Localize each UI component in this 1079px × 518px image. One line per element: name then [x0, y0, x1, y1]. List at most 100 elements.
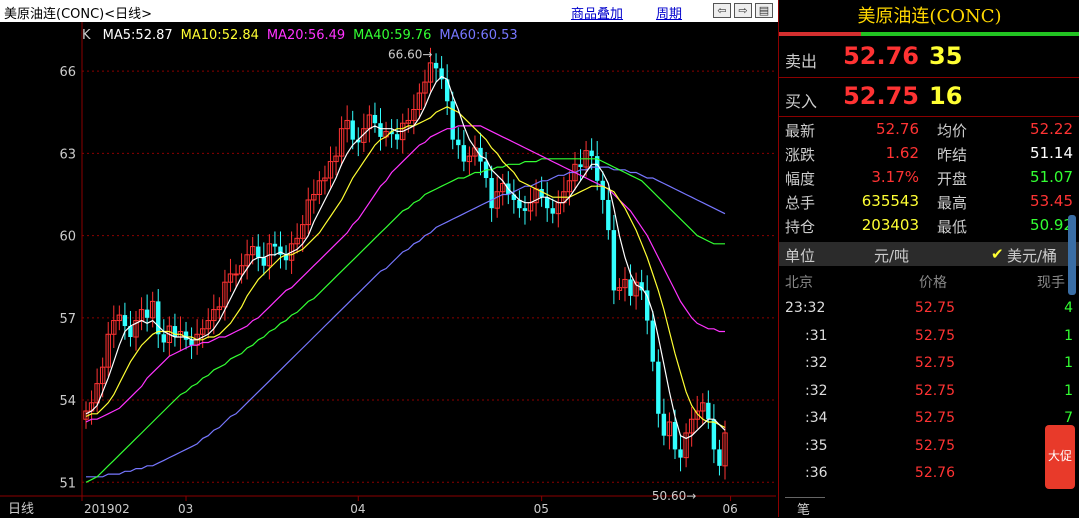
candle-body [456, 139, 461, 146]
tick-row: :3652.761 [779, 461, 1079, 488]
candle-body [256, 246, 261, 258]
candle-body [672, 421, 678, 450]
stat-value: 203403 [861, 216, 919, 234]
restore-button[interactable]: ▤ [755, 3, 773, 18]
tick-time: :32 [805, 382, 828, 399]
promo-badge[interactable]: 大促 [1045, 425, 1075, 489]
tick-row: :3552.751 [779, 434, 1079, 461]
tick-volume: 1 [1064, 382, 1073, 399]
candle-body [378, 123, 383, 137]
scrollbar-thumb[interactable] [1068, 215, 1076, 295]
unit-label: 单位 [785, 247, 816, 265]
y-tick-label: 57 [59, 312, 76, 327]
stat-row: 持仓 203403 最低 50.92 [779, 214, 1079, 238]
tick-row: :34 52.75 7 [779, 406, 1079, 433]
ma5-line [85, 75, 726, 440]
candle-body [189, 339, 194, 346]
tab-trades[interactable]: 笔 [785, 497, 825, 518]
y-tick-label: 60 [59, 230, 76, 245]
tick-time: 23:32 [785, 300, 826, 316]
stat-value: 53.45 [1030, 192, 1073, 210]
x-tick-label: 03 [178, 502, 193, 516]
candle-body [350, 120, 355, 140]
unit-cny-option[interactable]: 元/吨 [874, 245, 909, 266]
candle-body [172, 326, 178, 338]
x-tick-label: 06 [723, 502, 738, 516]
stat-label: 昨结 [937, 146, 968, 164]
candle-body [461, 145, 467, 162]
x-tick-label: 04 [350, 502, 365, 516]
stat-value: 635543 [861, 192, 919, 210]
candle-body [233, 273, 239, 276]
stat-value: 52.76 [876, 120, 919, 138]
check-icon: ✔ [991, 245, 1004, 263]
tick-time: :31 [805, 327, 828, 344]
zoom-out-button[interactable]: ⇨ [734, 3, 752, 18]
stat-label: 最低 [937, 218, 968, 236]
chart-titlebar: 美原油连(CONC)<日线> 商品叠加 周期 ⇦ ⇨ ▤ [0, 0, 778, 22]
min-price-label: 50.60→ [652, 489, 696, 503]
candle-body [678, 449, 683, 458]
tick-volume: 7 [1064, 410, 1073, 426]
unit-row: 单位 元/吨 ✔ 美元/桶 [779, 242, 1079, 266]
candle-body [372, 114, 378, 124]
zoom-in-button[interactable]: ⇦ [713, 3, 731, 18]
tick-volume: 4 [1064, 300, 1073, 316]
overlay-commodity-link[interactable]: 商品叠加 [571, 3, 623, 22]
tick-row: :32 52.75 1 [779, 351, 1079, 378]
candle-body [661, 413, 667, 436]
max-price-label: 66.60→ [388, 48, 432, 62]
tick-price: 52.75 [914, 437, 955, 454]
tick-price: 52.75 [914, 382, 955, 399]
candle-body [656, 361, 661, 414]
stat-row: 最新 52.76 均价 52.22 [779, 118, 1079, 142]
candle-body [122, 315, 128, 327]
tick-row: 23:32 52.75 4 [779, 296, 1079, 323]
tick-time: :36 [805, 465, 828, 481]
colorbar-green [861, 32, 1079, 36]
tick-price: 52.75 [914, 300, 955, 316]
candle-body [161, 334, 166, 343]
buy-row: 买入 52.75 16 [779, 80, 1079, 116]
stat-value: 3.17% [871, 168, 919, 186]
quote-title: 美原油连(CONC) [857, 6, 1002, 27]
ma40-line [85, 158, 725, 483]
y-tick-label: 66 [59, 65, 76, 80]
sell-label: 卖出 [785, 52, 818, 71]
ticks-header: 北京 价格 现手 [785, 275, 1065, 291]
candle-body [156, 301, 161, 335]
stat-label: 总手 [785, 194, 816, 212]
candle-body [433, 62, 439, 69]
sell-volume: 35 [929, 42, 963, 70]
buy-price: 52.75 [843, 82, 919, 110]
tick-price: 52.75 [914, 355, 955, 371]
buy-label: 买入 [785, 92, 818, 111]
tick-time: :32 [805, 355, 828, 371]
stat-label: 最新 [785, 122, 816, 140]
y-tick-label: 63 [59, 147, 76, 162]
candle-body [611, 230, 617, 291]
tick-row: :32 52.75 1 [779, 379, 1079, 406]
candle-body [578, 164, 583, 168]
candle-body [589, 150, 594, 157]
y-tick-label: 51 [59, 476, 76, 491]
candle-body [272, 243, 278, 247]
period-link[interactable]: 周期 [656, 3, 682, 22]
candle-body [628, 279, 633, 296]
candle-body [706, 402, 711, 420]
candle-body [144, 309, 150, 318]
candle-body [606, 199, 611, 231]
tick-row: :31 52.75 1 [779, 324, 1079, 351]
stat-row: 总手 635543 最高 53.45 [779, 190, 1079, 214]
colorbar-red [779, 32, 861, 36]
candle-body [450, 101, 455, 140]
candle-body [711, 419, 717, 450]
stat-value: 51.14 [1030, 144, 1073, 162]
candle-body [394, 134, 400, 140]
candlestick-chart[interactable]: 51 54 57 60 63 66 日线 201902 03 04 05 06 66.60→ 50.60→ [0, 22, 778, 517]
unit-usd-option[interactable]: 美元/桶 [1007, 245, 1057, 266]
stat-row: 幅度 3.17% 开盘 51.07 [779, 166, 1079, 190]
stat-label: 涨跌 [785, 146, 816, 164]
stat-label: 幅度 [785, 170, 816, 188]
ma20-line [85, 125, 725, 423]
